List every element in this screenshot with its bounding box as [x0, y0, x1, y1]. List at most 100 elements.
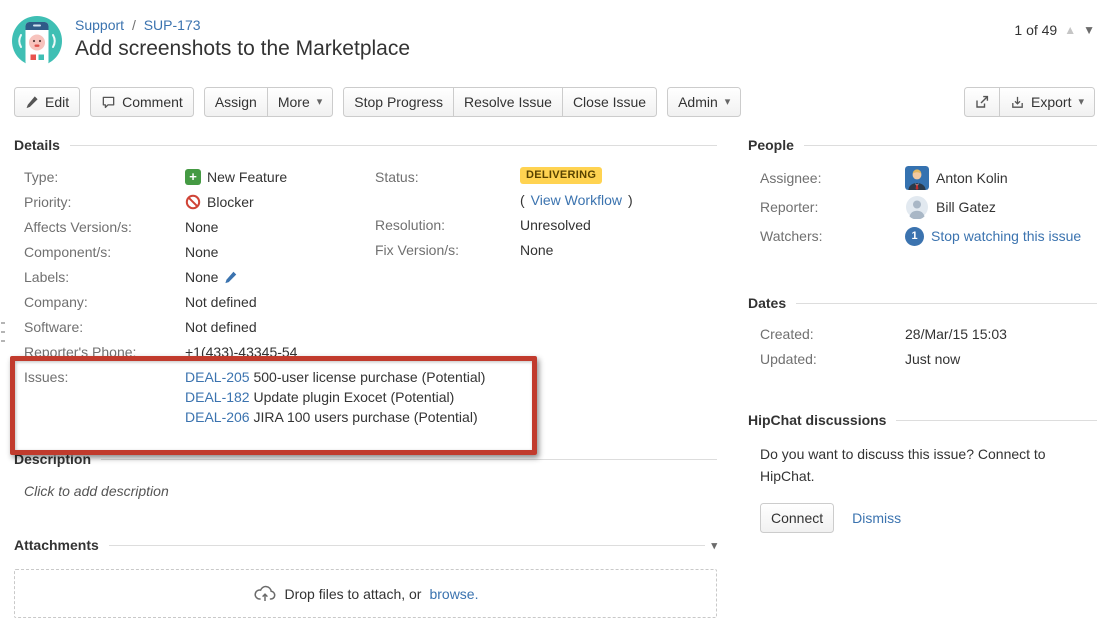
reporter-phone-label: Reporter's Phone:: [24, 342, 185, 362]
attachments-heading: Attachments ▾: [14, 537, 717, 553]
assignee-name[interactable]: Anton Kolin: [936, 170, 1008, 186]
share-export-group: Export ▾: [964, 87, 1095, 117]
assign-button-group: Assign More ▾: [204, 87, 333, 117]
connect-button-label: Connect: [771, 510, 823, 526]
issue-link[interactable]: DEAL-206: [185, 409, 250, 425]
new-feature-icon: +: [185, 169, 201, 185]
hipchat-heading: HipChat discussions: [748, 412, 1097, 428]
assign-button[interactable]: Assign: [204, 87, 268, 117]
project-avatar-icon: [12, 16, 62, 66]
issue-link[interactable]: DEAL-182: [185, 389, 250, 405]
issues-label: Issues:: [24, 367, 185, 387]
field-reporter: Reporter: Bill Gatez: [760, 195, 1097, 219]
details-right-fields: Status: DELIVERING (View Workflow) Resol…: [375, 167, 715, 265]
admin-dropdown-button[interactable]: Admin ▾: [667, 87, 741, 117]
heading-rule: [796, 303, 1097, 304]
workflow-paren-close: ): [628, 190, 633, 210]
heading-rule: [896, 420, 1097, 421]
comment-button[interactable]: Comment: [90, 87, 194, 117]
issue-toolbar: Edit Comment Assign More ▾ Stop Progress…: [0, 87, 1112, 117]
issue-summary: 500-user license purchase (Potential): [253, 369, 485, 385]
issue-summary: Update plugin Exocet (Potential): [253, 389, 454, 405]
reporter-label: Reporter:: [760, 199, 905, 215]
watchers-count-badge[interactable]: 1: [905, 227, 924, 246]
created-label: Created:: [760, 324, 905, 344]
affects-versions-value: None: [185, 217, 218, 237]
field-updated: Updated: Just now: [760, 349, 1097, 369]
issue-pager: 1 of 49 ▲ ▼: [1014, 22, 1095, 38]
status-label: Status:: [375, 167, 520, 187]
details-module: Details Type: + New Feature Pri: [14, 137, 717, 427]
labels-label: Labels:: [24, 267, 185, 287]
people-module: People Assignee: Anton Kolin: [748, 137, 1097, 248]
share-icon: [974, 94, 990, 110]
issue-summary: JIRA 100 users purchase (Potential): [253, 409, 477, 425]
field-fix-versions: Fix Version/s: None: [375, 240, 715, 260]
next-issue-icon[interactable]: ▼: [1083, 24, 1095, 36]
resolve-issue-button[interactable]: Resolve Issue: [454, 87, 563, 117]
people-heading-label: People: [748, 137, 794, 153]
attachments-dropzone[interactable]: Drop files to attach, or browse.: [14, 569, 717, 618]
status-badge: DELIVERING: [520, 167, 602, 184]
issue-sidebar: People Assignee: Anton Kolin: [748, 137, 1097, 618]
type-value: New Feature: [207, 167, 287, 187]
linked-issue-row: DEAL-206 JIRA 100 users purchase (Potent…: [185, 407, 478, 427]
hipchat-connect-button[interactable]: Connect: [760, 503, 834, 533]
field-labels: Labels: None: [24, 267, 717, 287]
linked-issue-row: DEAL-182 Update plugin Exocet (Potential…: [185, 387, 454, 407]
stop-progress-label: Stop Progress: [354, 94, 443, 110]
page-title: Add screenshots to the Marketplace: [75, 37, 410, 61]
heading-rule: [101, 459, 717, 460]
issue-link[interactable]: DEAL-205: [185, 369, 250, 385]
breadcrumb-project-link[interactable]: Support: [75, 17, 124, 33]
company-value: Not defined: [185, 292, 257, 312]
export-dropdown-button[interactable]: Export ▾: [1000, 87, 1095, 117]
resolution-value: Unresolved: [520, 215, 591, 235]
more-button-label: More: [278, 94, 310, 110]
field-status: Status: DELIVERING: [375, 167, 715, 187]
stop-watching-link[interactable]: Stop watching this issue: [931, 228, 1081, 244]
hipchat-dismiss-link[interactable]: Dismiss: [852, 510, 901, 526]
reporter-avatar: [905, 195, 929, 219]
more-dropdown-button[interactable]: More ▾: [268, 87, 333, 117]
reporter-name[interactable]: Bill Gatez: [936, 199, 996, 215]
field-reporter-phone: Reporter's Phone: +1(433)-43345-54: [24, 342, 717, 362]
breadcrumb-issue-link[interactable]: SUP-173: [144, 17, 201, 33]
field-created: Created: 28/Mar/15 15:03: [760, 324, 1097, 344]
description-placeholder[interactable]: Click to add description: [24, 483, 717, 499]
close-issue-button[interactable]: Close Issue: [563, 87, 657, 117]
previous-issue-icon[interactable]: ▲: [1064, 24, 1076, 36]
resolution-label: Resolution:: [375, 215, 520, 235]
updated-value: Just now: [905, 349, 960, 369]
field-resolution: Resolution: Unresolved: [375, 215, 715, 235]
view-workflow-link[interactable]: View Workflow: [531, 190, 622, 210]
browse-link[interactable]: browse.: [429, 586, 478, 602]
details-heading-label: Details: [14, 137, 60, 153]
issue-details-column: Details Type: + New Feature Pri: [14, 137, 717, 618]
issue-main: Details Type: + New Feature Pri: [0, 137, 1112, 618]
stop-progress-button[interactable]: Stop Progress: [343, 87, 454, 117]
description-heading: Description: [14, 451, 717, 467]
workflow-button-group: Stop Progress Resolve Issue Close Issue: [343, 87, 657, 117]
edit-button[interactable]: Edit: [14, 87, 80, 117]
assignee-label: Assignee:: [760, 170, 905, 186]
attachments-options-icon[interactable]: ▾: [711, 539, 717, 552]
panel-resize-handle[interactable]: [1, 322, 5, 342]
comment-button-label: Comment: [122, 94, 183, 110]
attachments-module: Attachments ▾ Drop files to attach, or b…: [14, 537, 717, 618]
description-heading-label: Description: [14, 451, 91, 467]
upload-cloud-icon: [253, 582, 277, 606]
edit-labels-pencil-icon[interactable]: [224, 270, 238, 284]
fix-versions-label: Fix Version/s:: [375, 240, 520, 260]
heading-rule: [109, 545, 706, 546]
chevron-down-icon: ▾: [317, 97, 323, 108]
assignee-avatar: [905, 166, 929, 190]
share-button[interactable]: [964, 87, 1000, 117]
priority-value: Blocker: [207, 192, 254, 212]
pager-count: 1 of 49: [1014, 22, 1057, 38]
resolve-issue-label: Resolve Issue: [464, 94, 552, 110]
reporter-phone-value: +1(433)-43345-54: [185, 342, 297, 362]
software-value: Not defined: [185, 317, 257, 337]
pencil-icon: [25, 95, 39, 109]
dates-module: Dates Created: 28/Mar/15 15:03 Updated: …: [748, 295, 1097, 369]
